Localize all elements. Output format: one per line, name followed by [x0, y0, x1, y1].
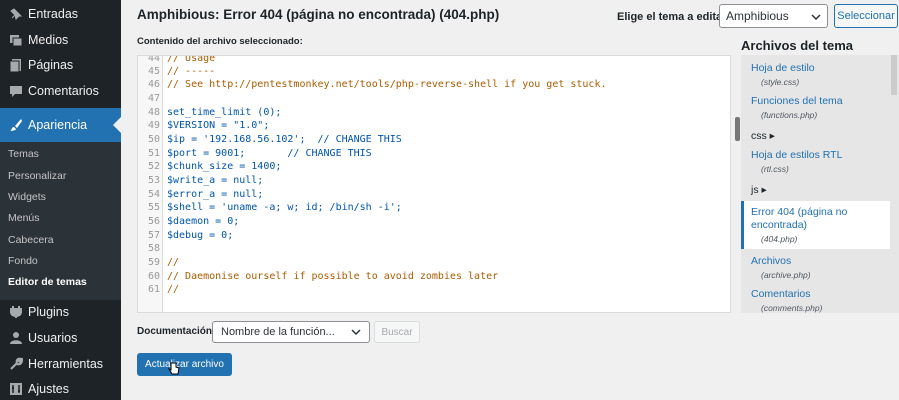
chevron-down-icon [811, 9, 821, 23]
appearance-submenu: Temas Personalizar Widgets Menús Cabecer… [0, 142, 121, 300]
code-editor[interactable]: 44// Usage 45// ----- 46// See http://pe… [137, 55, 731, 313]
file-entry-functions[interactable]: Funciones del tema (functions.php) [751, 95, 843, 120]
lookup-button[interactable]: Buscar [374, 321, 420, 343]
submenu-item-widgets[interactable]: Widgets [8, 191, 46, 203]
file-entry-rtl[interactable]: Hoja de estilos RTL (rtl.css) [751, 149, 842, 174]
folder-css[interactable]: css ▸ [751, 130, 775, 142]
sidebar-item-usuarios[interactable]: Usuarios [0, 325, 121, 351]
files-scrollbar-thumb[interactable] [891, 55, 897, 95]
documentation-label: Documentación: [137, 326, 216, 337]
file-name: (rtl.css) [761, 164, 789, 174]
file-entry-404[interactable]: Error 404 (página no encontrada) (404.ph… [751, 206, 876, 244]
sidebar-item-entradas[interactable]: Entradas [0, 1, 121, 27]
submenu-item-personalizar[interactable]: Personalizar [8, 170, 66, 182]
file-link[interactable]: Hoja de estilos RTL [751, 149, 842, 162]
theme-select[interactable]: Amphibious [719, 4, 828, 28]
sidebar-item-label: Entradas [28, 7, 79, 21]
sidebar-item-label: Herramientas [28, 357, 104, 371]
page-icon [6, 58, 26, 72]
submenu-item-menus[interactable]: Menús [8, 212, 40, 224]
brush-icon [6, 118, 26, 132]
update-file-button[interactable]: Actualizar archivo [137, 353, 232, 376]
sidebar-item-label: Plugins [28, 305, 69, 319]
submenu-item-editor-de-temas[interactable]: Editor de temas [8, 276, 87, 288]
sidebar-item-herramientas[interactable]: Herramientas [0, 351, 121, 377]
sidebar-item-label: Medios [28, 33, 69, 47]
file-name: (archive.php) [761, 270, 811, 280]
file-entry-style[interactable]: Hoja de estilo (style.css) [751, 62, 815, 87]
sidebar-item-label: Apariencia [28, 118, 88, 132]
media-icon [6, 33, 26, 47]
file-name: (functions.php) [761, 110, 818, 120]
file-name: (style.css) [761, 77, 800, 87]
theme-select-label: Elige el tema a editar: [617, 11, 731, 23]
sidebar-item-label: Usuarios [28, 331, 78, 345]
page-title: Amphibious: Error 404 (página no encontr… [137, 7, 500, 22]
editor-scrollbar-thumb[interactable] [735, 117, 740, 141]
mouse-cursor-icon [167, 362, 180, 376]
theme-files-panel: Hoja de estilo (style.css) Funciones del… [741, 55, 899, 313]
theme-select-value: Amphibious [726, 9, 789, 23]
chevron-down-icon [351, 326, 361, 338]
submenu-item-temas[interactable]: Temas [8, 148, 39, 160]
file-name: (comments.php) [761, 303, 823, 313]
sidebar-item-label: Ajustes [28, 382, 69, 396]
theme-files-title: Archivos del tema [741, 38, 853, 53]
sidebar-item-paginas[interactable]: Páginas [0, 52, 121, 78]
settings-icon [6, 382, 26, 396]
sidebar-item-comentarios[interactable]: Comentarios [0, 78, 121, 104]
sidebar-item-medios[interactable]: Medios [0, 27, 121, 53]
files-scrollbar[interactable] [891, 55, 897, 313]
pin-icon [6, 7, 26, 21]
documentation-select-value: Nombre de la función... [221, 326, 335, 338]
file-name: (404.php) [761, 234, 798, 244]
submenu-item-fondo[interactable]: Fondo [8, 255, 38, 267]
file-entry-archive[interactable]: Archivos (archive.php) [751, 255, 811, 280]
file-link[interactable]: Funciones del tema [751, 95, 843, 108]
select-theme-button[interactable]: Seleccionar [834, 4, 898, 28]
file-link[interactable]: Error 404 (página no encontrada) [751, 206, 876, 232]
file-link[interactable]: Hoja de estilo [751, 62, 815, 75]
users-icon [6, 331, 26, 345]
documentation-select[interactable]: Nombre de la función... [212, 321, 370, 343]
file-link[interactable]: Comentarios [751, 288, 822, 301]
plugin-icon [6, 305, 26, 319]
admin-sidebar: Entradas Medios Páginas Comentarios Apar… [0, 0, 121, 400]
wrench-icon [6, 357, 26, 371]
submenu-item-cabecera[interactable]: Cabecera [8, 234, 54, 246]
file-link[interactable]: Archivos [751, 255, 811, 268]
sidebar-item-apariencia[interactable]: Apariencia [0, 108, 121, 142]
sidebar-item-label: Páginas [28, 58, 74, 72]
sidebar-item-ajustes[interactable]: Ajustes [0, 376, 121, 400]
folder-js[interactable]: js ▸ [751, 184, 767, 196]
comment-icon [6, 84, 26, 98]
editor-scrollbar[interactable] [735, 55, 740, 313]
file-entry-comments[interactable]: Comentarios (comments.php) [751, 288, 822, 313]
sidebar-item-label: Comentarios [28, 84, 99, 98]
file-contents-label: Contenido del archivo seleccionado: [137, 36, 303, 47]
sidebar-item-plugins[interactable]: Plugins [0, 299, 121, 325]
